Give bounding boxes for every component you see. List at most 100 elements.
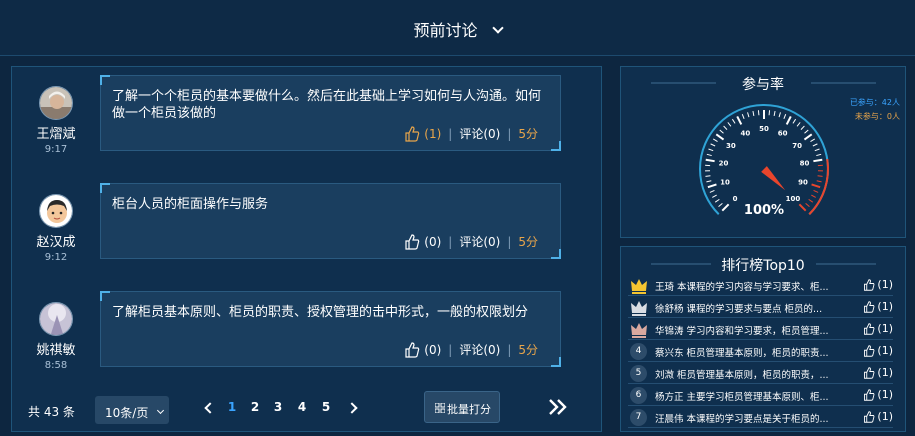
divider: | (448, 126, 453, 141)
gauge-tick (810, 138, 816, 142)
score-value: 5分 (518, 235, 538, 249)
gauge-tick (747, 112, 750, 118)
gauge-tick (804, 129, 809, 134)
user-name: 王熠斌 (36, 127, 76, 142)
gold-crown-icon (631, 279, 647, 294)
gauge-tick (813, 158, 823, 163)
ranking-title: 排行榜Top10 (721, 258, 805, 274)
pagination: 共 43 条 10条/页 1 2 3 4 5 批量打分 (12, 391, 601, 429)
gauge-tick (811, 183, 821, 189)
gauge-tick (705, 175, 711, 177)
not-joined-legend: 未参与：0人 (854, 112, 900, 121)
gauge-tick (817, 175, 823, 177)
ranking-row[interactable]: 徐舒杨 课程的学习要求与要点 柜员的... (1) (628, 297, 893, 318)
gauge-tick-label: 100 (786, 195, 801, 203)
ranking-likes: (1) (863, 410, 893, 423)
ranking-likes: (1) (863, 366, 893, 379)
page-4-button[interactable]: 4 (292, 400, 312, 414)
post-text: 柜台人员的柜面操作与服务 (112, 197, 269, 212)
ranking-row[interactable]: 7 汪晨伟 本课程的学习要点是关于柜员的... (1) (628, 407, 893, 428)
gauge-tick (812, 143, 818, 147)
page-size-select[interactable]: 10条/页 (95, 396, 169, 424)
participation-value: 100% (743, 203, 785, 218)
page-1-button[interactable]: 1 (222, 400, 242, 414)
gauge-tick (816, 180, 822, 183)
thumbs-up-icon (864, 366, 875, 379)
divider: | (507, 126, 512, 141)
gauge-tick (803, 133, 813, 141)
prev-page-icon[interactable] (204, 402, 216, 414)
avatar (39, 194, 73, 228)
ranking-row[interactable]: 华锦涛 学习内容和学习要求，柜员管理... (1) (628, 319, 893, 340)
post-card: 了解柜员基本原则、柜员的职责、授权管理的击中形式，一般的权限划分 (0) | 评… (100, 291, 561, 367)
post-time: 9:17 (44, 144, 68, 155)
ranking-row[interactable]: 王琦 本课程的学习内容与学习要求、柜... (1) (628, 275, 893, 296)
thumbs-up-icon[interactable] (404, 341, 420, 358)
gauge-tick (708, 148, 714, 152)
comment-link[interactable]: 评论(0) (459, 341, 500, 358)
ranking-row[interactable]: 6 杨方正 主要学习柜员管理基本原则、柜... (1) (628, 385, 893, 406)
like-count: (1) (877, 366, 893, 379)
ranking-text: 汪晨伟 本课程的学习要点是关于柜员的... (655, 414, 829, 425)
thumbs-up-icon (864, 322, 875, 335)
thumbs-up-icon (864, 410, 875, 423)
divider: | (507, 234, 512, 249)
like-count: (1) (877, 388, 893, 401)
bronze-crown-icon (631, 323, 647, 338)
gauge-tick-label: 70 (792, 142, 802, 150)
avatar (39, 86, 73, 120)
ranking-text: 王琦 本课程的学习内容与学习要求、柜... (655, 282, 829, 293)
participation-title: 参与率 (742, 77, 784, 93)
gauge-tick (816, 153, 822, 157)
list-item: 王熠斌 9:17 了解一个个柜员的基本要做什么。然后在此基础上学习如何与人沟通。… (12, 70, 601, 160)
discussion-panel: 王熠斌 9:17 了解一个个柜员的基本要做什么。然后在此基础上学习如何与人沟通。… (11, 66, 602, 432)
gauge-tick (705, 158, 715, 163)
discussion-title-dropdown[interactable]: 预前讨论 (0, 17, 915, 41)
post-card: 了解一个个柜员的基本要做什么。然后在此基础上学习如何与人沟通。如何做一个柜员该做… (100, 75, 561, 151)
thumbs-up-icon[interactable] (404, 125, 420, 142)
thumbs-up-icon[interactable] (404, 233, 420, 250)
post-time: 8:58 (44, 360, 68, 371)
ranking-text: 杨方正 主要学习柜员管理基本原则、柜... (655, 392, 829, 403)
batch-score-label: 批量打分 (447, 403, 491, 416)
rank-number: 7 (630, 409, 647, 426)
ranking-row[interactable]: 5 刘溦 柜员管理基本原则，柜员的职责，... (1) (628, 363, 893, 384)
ranking-likes: (1) (863, 278, 893, 291)
batch-score-button[interactable]: 批量打分 (424, 391, 500, 423)
list-item: 赵汉成 9:12 柜台人员的柜面操作与服务 (0) | 评论(0) | 5分 (12, 178, 601, 268)
gauge-tick-label: 30 (726, 142, 736, 150)
post-text: 了解柜员基本原则、柜员的职责、授权管理的击中形式，一般的权限划分 (112, 305, 529, 320)
thumbs-up-icon (864, 344, 875, 357)
gauge-tick (731, 118, 736, 124)
gauge-tick (808, 198, 814, 203)
page-5-button[interactable]: 5 (316, 400, 336, 414)
gauge-tick (709, 189, 715, 193)
avatar (39, 302, 73, 336)
page-2-button[interactable]: 2 (245, 400, 265, 414)
page-3-button[interactable]: 3 (268, 400, 288, 414)
gauge-tick-label: 40 (741, 129, 751, 137)
list-item: 姚祺敏 8:58 了解柜员基本原则、柜员的职责、授权管理的击中形式，一般的权限划… (12, 286, 601, 376)
ranking-row[interactable]: 4 蔡兴东 柜员管理基本原则，柜员的职责... (1) (628, 341, 893, 362)
gauge-tick-label: 60 (778, 129, 788, 137)
gauge-tick-label: 80 (800, 160, 810, 168)
like-count: (1) (877, 322, 893, 335)
ranking-likes: (1) (863, 300, 893, 313)
gauge-tick (736, 115, 743, 125)
double-chevron-right-icon[interactable] (548, 399, 568, 415)
comment-link[interactable]: 评论(0) (459, 125, 500, 142)
gauge-tick-label: 50 (759, 125, 769, 133)
participation-panel: 参与率 已参与：42人 未参与：0人 0 10 20 30 40 50 60 70 80 90 10… (620, 66, 906, 238)
rank-number: 5 (630, 365, 647, 382)
comment-link[interactable]: 评论(0) (459, 233, 500, 250)
gauge-tick (719, 129, 724, 134)
gauge-tick (783, 113, 787, 119)
user-name: 姚祺敏 (36, 343, 76, 358)
score-value: 5分 (518, 127, 538, 141)
gauge-tick (710, 143, 716, 147)
next-page-icon[interactable] (346, 402, 358, 414)
chevron-down-icon[interactable] (491, 22, 504, 34)
gauge-tick (727, 122, 732, 127)
ranking-panel: 排行榜Top10 王琦 本课程的学习内容与学习要求、柜... (1) 徐舒杨 课… (620, 246, 906, 432)
divider: | (448, 234, 453, 249)
